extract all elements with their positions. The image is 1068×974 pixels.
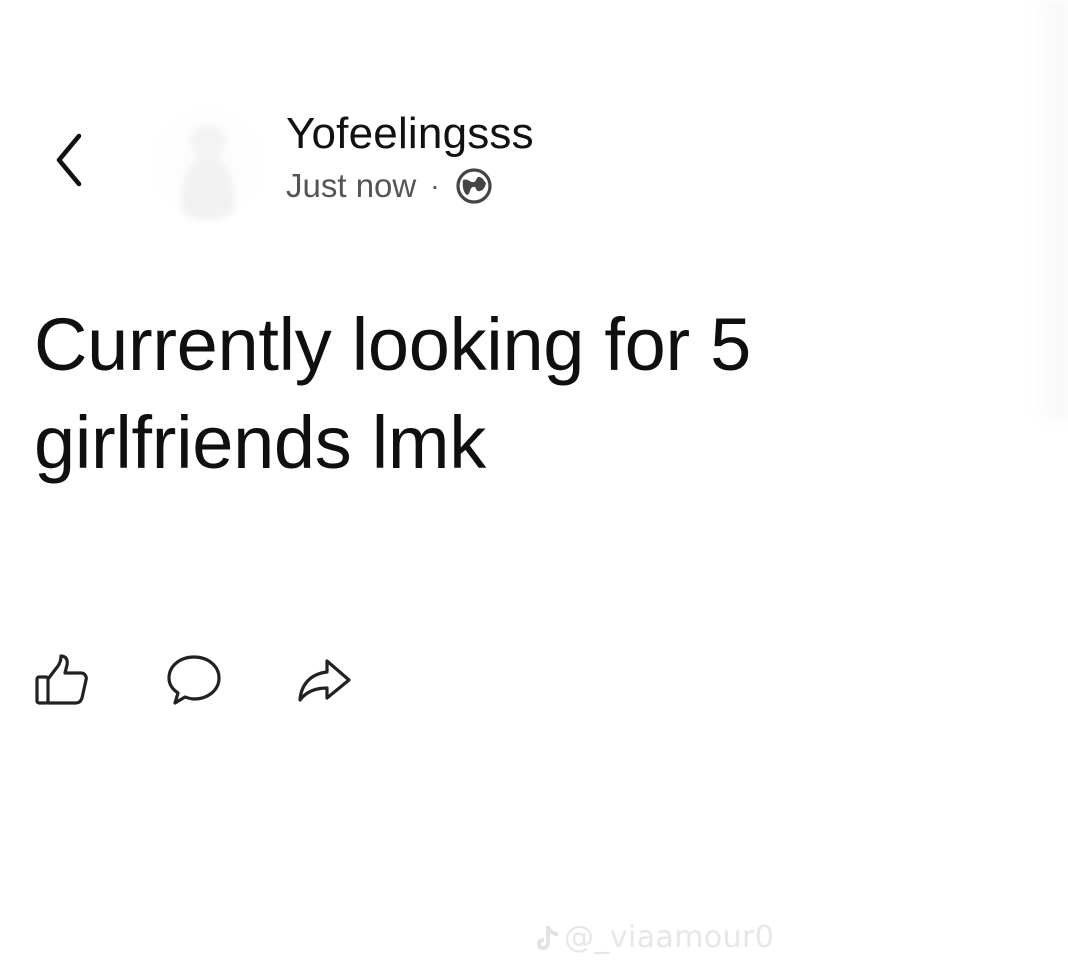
post-actions bbox=[30, 650, 356, 714]
edge-shadow bbox=[1030, 0, 1068, 420]
thumbs-up-icon bbox=[32, 650, 92, 715]
username[interactable]: Yofeelingsss bbox=[286, 108, 534, 160]
chevron-left-icon bbox=[50, 130, 86, 195]
share-arrow-icon bbox=[293, 649, 355, 716]
post-meta: Just now · bbox=[286, 166, 534, 206]
avatar[interactable] bbox=[154, 110, 262, 220]
share-button[interactable] bbox=[292, 650, 356, 714]
comment-button[interactable] bbox=[162, 650, 226, 714]
tiktok-watermark: @_viaamour0 bbox=[536, 920, 774, 956]
post-view: Yofeelingsss Just now · Currently lookin… bbox=[0, 0, 1068, 974]
post-header: Yofeelingsss Just now · bbox=[286, 108, 534, 206]
like-button[interactable] bbox=[30, 650, 94, 714]
comment-bubble-icon bbox=[163, 649, 225, 716]
globe-icon bbox=[454, 166, 494, 206]
watermark-text: @_viaamour0 bbox=[564, 920, 775, 955]
meta-separator: · bbox=[430, 170, 440, 201]
back-button[interactable] bbox=[44, 128, 92, 196]
timestamp: Just now bbox=[286, 167, 417, 204]
tiktok-icon bbox=[536, 923, 560, 953]
post-content: Currently looking for 5 girlfriends lmk bbox=[34, 303, 751, 484]
